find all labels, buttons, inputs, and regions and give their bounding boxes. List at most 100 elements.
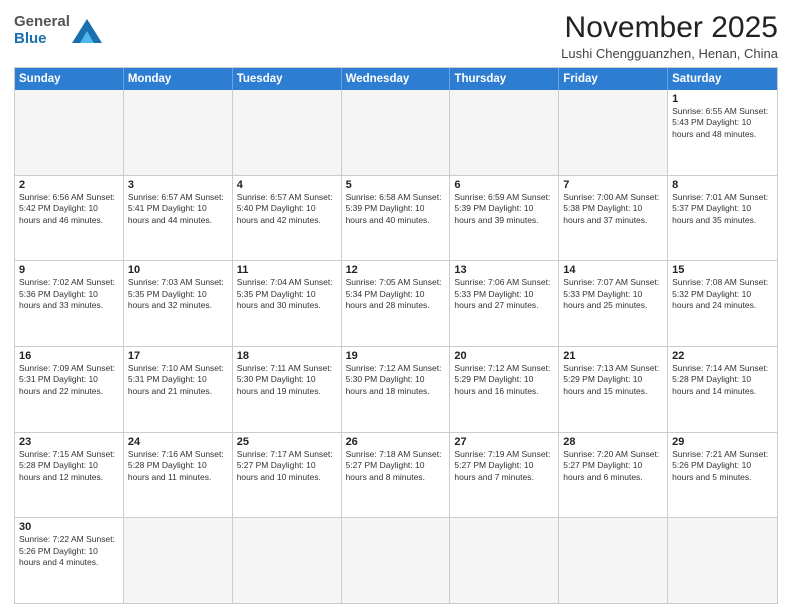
logo: General Blue [14,14,102,47]
cell-info: Sunrise: 7:01 AM Sunset: 5:37 PM Dayligh… [672,192,773,226]
day-number: 26 [346,436,446,448]
day-number: 29 [672,436,773,448]
header-day-thursday: Thursday [450,68,559,90]
calendar-cell [342,518,451,603]
day-number: 30 [19,521,119,533]
calendar-cell: 28Sunrise: 7:20 AM Sunset: 5:27 PM Dayli… [559,433,668,518]
day-number: 22 [672,350,773,362]
calendar-cell: 17Sunrise: 7:10 AM Sunset: 5:31 PM Dayli… [124,347,233,432]
calendar-row-5: 30Sunrise: 7:22 AM Sunset: 5:26 PM Dayli… [15,518,777,603]
day-number: 18 [237,350,337,362]
calendar-cell [124,90,233,175]
cell-info: Sunrise: 7:12 AM Sunset: 5:30 PM Dayligh… [346,363,446,397]
cell-info: Sunrise: 7:19 AM Sunset: 5:27 PM Dayligh… [454,449,554,483]
day-number: 23 [19,436,119,448]
day-number: 20 [454,350,554,362]
cell-info: Sunrise: 7:00 AM Sunset: 5:38 PM Dayligh… [563,192,663,226]
calendar-cell: 8Sunrise: 7:01 AM Sunset: 5:37 PM Daylig… [668,176,777,261]
calendar-cell [559,518,668,603]
calendar-row-1: 2Sunrise: 6:56 AM Sunset: 5:42 PM Daylig… [15,176,777,262]
day-number: 13 [454,264,554,276]
cell-info: Sunrise: 7:21 AM Sunset: 5:26 PM Dayligh… [672,449,773,483]
calendar-cell: 15Sunrise: 7:08 AM Sunset: 5:32 PM Dayli… [668,261,777,346]
cell-info: Sunrise: 6:57 AM Sunset: 5:41 PM Dayligh… [128,192,228,226]
calendar-cell: 9Sunrise: 7:02 AM Sunset: 5:36 PM Daylig… [15,261,124,346]
calendar-cell: 23Sunrise: 7:15 AM Sunset: 5:28 PM Dayli… [15,433,124,518]
day-number: 15 [672,264,773,276]
cell-info: Sunrise: 7:09 AM Sunset: 5:31 PM Dayligh… [19,363,119,397]
calendar-cell: 1Sunrise: 6:55 AM Sunset: 5:43 PM Daylig… [668,90,777,175]
cell-info: Sunrise: 7:13 AM Sunset: 5:29 PM Dayligh… [563,363,663,397]
day-number: 27 [454,436,554,448]
cell-info: Sunrise: 7:03 AM Sunset: 5:35 PM Dayligh… [128,277,228,311]
location: Lushi Chengguanzhen, Henan, China [561,46,778,61]
day-number: 25 [237,436,337,448]
logo-text-block: General Blue [14,14,70,47]
day-number: 19 [346,350,446,362]
day-number: 3 [128,179,228,191]
day-number: 28 [563,436,663,448]
calendar-cell: 20Sunrise: 7:12 AM Sunset: 5:29 PM Dayli… [450,347,559,432]
day-number: 4 [237,179,337,191]
calendar-cell: 3Sunrise: 6:57 AM Sunset: 5:41 PM Daylig… [124,176,233,261]
calendar-cell: 6Sunrise: 6:59 AM Sunset: 5:39 PM Daylig… [450,176,559,261]
cell-info: Sunrise: 7:06 AM Sunset: 5:33 PM Dayligh… [454,277,554,311]
cell-info: Sunrise: 7:12 AM Sunset: 5:29 PM Dayligh… [454,363,554,397]
cell-info: Sunrise: 7:15 AM Sunset: 5:28 PM Dayligh… [19,449,119,483]
cell-info: Sunrise: 6:58 AM Sunset: 5:39 PM Dayligh… [346,192,446,226]
day-number: 10 [128,264,228,276]
calendar-cell: 13Sunrise: 7:06 AM Sunset: 5:33 PM Dayli… [450,261,559,346]
calendar-cell [15,90,124,175]
calendar-row-3: 16Sunrise: 7:09 AM Sunset: 5:31 PM Dayli… [15,347,777,433]
calendar-cell: 30Sunrise: 7:22 AM Sunset: 5:26 PM Dayli… [15,518,124,603]
day-number: 11 [237,264,337,276]
calendar-cell: 19Sunrise: 7:12 AM Sunset: 5:30 PM Dayli… [342,347,451,432]
header-day-sunday: Sunday [15,68,124,90]
calendar-cell: 21Sunrise: 7:13 AM Sunset: 5:29 PM Dayli… [559,347,668,432]
day-number: 1 [672,93,773,105]
calendar-cell [233,90,342,175]
calendar-cell: 4Sunrise: 6:57 AM Sunset: 5:40 PM Daylig… [233,176,342,261]
month-title: November 2025 [561,10,778,46]
calendar-cell [124,518,233,603]
calendar-cell: 26Sunrise: 7:18 AM Sunset: 5:27 PM Dayli… [342,433,451,518]
calendar-cell: 25Sunrise: 7:17 AM Sunset: 5:27 PM Dayli… [233,433,342,518]
day-number: 5 [346,179,446,191]
calendar-cell [668,518,777,603]
cell-info: Sunrise: 7:04 AM Sunset: 5:35 PM Dayligh… [237,277,337,311]
calendar-cell: 14Sunrise: 7:07 AM Sunset: 5:33 PM Dayli… [559,261,668,346]
day-number: 14 [563,264,663,276]
page: General Blue November 2025 Lushi Chenggu… [0,0,792,612]
day-number: 9 [19,264,119,276]
calendar-cell: 10Sunrise: 7:03 AM Sunset: 5:35 PM Dayli… [124,261,233,346]
day-number: 24 [128,436,228,448]
calendar-cell: 7Sunrise: 7:00 AM Sunset: 5:38 PM Daylig… [559,176,668,261]
cell-info: Sunrise: 6:59 AM Sunset: 5:39 PM Dayligh… [454,192,554,226]
calendar-cell [342,90,451,175]
logo-icon [72,19,102,43]
calendar-cell: 2Sunrise: 6:56 AM Sunset: 5:42 PM Daylig… [15,176,124,261]
cell-info: Sunrise: 7:10 AM Sunset: 5:31 PM Dayligh… [128,363,228,397]
header: General Blue November 2025 Lushi Chenggu… [14,10,778,61]
logo-blue: Blue [14,30,47,47]
calendar-body: 1Sunrise: 6:55 AM Sunset: 5:43 PM Daylig… [15,90,777,603]
header-day-friday: Friday [559,68,668,90]
day-number: 2 [19,179,119,191]
calendar-cell: 11Sunrise: 7:04 AM Sunset: 5:35 PM Dayli… [233,261,342,346]
cell-info: Sunrise: 7:17 AM Sunset: 5:27 PM Dayligh… [237,449,337,483]
calendar-header: SundayMondayTuesdayWednesdayThursdayFrid… [15,68,777,90]
cell-info: Sunrise: 7:14 AM Sunset: 5:28 PM Dayligh… [672,363,773,397]
day-number: 16 [19,350,119,362]
calendar-cell: 12Sunrise: 7:05 AM Sunset: 5:34 PM Dayli… [342,261,451,346]
day-number: 21 [563,350,663,362]
calendar-cell: 27Sunrise: 7:19 AM Sunset: 5:27 PM Dayli… [450,433,559,518]
calendar-row-2: 9Sunrise: 7:02 AM Sunset: 5:36 PM Daylig… [15,261,777,347]
calendar-cell [450,518,559,603]
calendar-cell: 18Sunrise: 7:11 AM Sunset: 5:30 PM Dayli… [233,347,342,432]
calendar-cell [559,90,668,175]
cell-info: Sunrise: 7:11 AM Sunset: 5:30 PM Dayligh… [237,363,337,397]
cell-info: Sunrise: 7:07 AM Sunset: 5:33 PM Dayligh… [563,277,663,311]
calendar-cell [450,90,559,175]
header-day-monday: Monday [124,68,233,90]
day-number: 8 [672,179,773,191]
